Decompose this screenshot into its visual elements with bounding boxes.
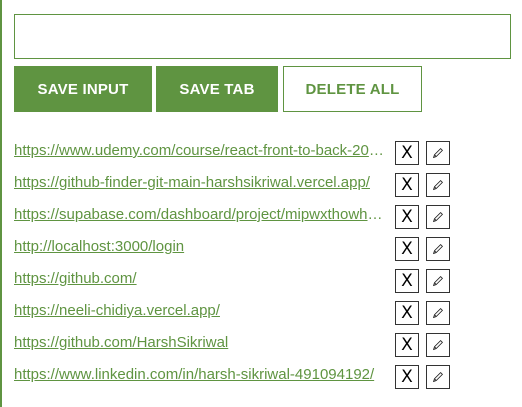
pencil-icon bbox=[432, 372, 443, 383]
delete-item-button[interactable]: X bbox=[395, 301, 419, 325]
save-input-button[interactable]: SAVE INPUT bbox=[14, 66, 152, 112]
list-item: https://github.com/HarshSikriwal X bbox=[0, 330, 522, 362]
edit-item-button[interactable] bbox=[426, 333, 450, 357]
delete-item-button[interactable]: X bbox=[395, 237, 419, 261]
list-item: https://github-finder-git-main-harshsikr… bbox=[0, 170, 522, 202]
delete-item-button[interactable]: X bbox=[395, 365, 419, 389]
pencil-icon bbox=[432, 308, 443, 319]
url-input[interactable] bbox=[14, 14, 511, 59]
list-item: https://github.com/ X bbox=[0, 266, 522, 298]
edit-item-button[interactable] bbox=[426, 205, 450, 229]
list-item: https://supabase.com/dashboard/project/m… bbox=[0, 202, 522, 234]
pencil-icon bbox=[432, 340, 443, 351]
saved-link[interactable]: https://supabase.com/dashboard/project/m… bbox=[14, 206, 384, 223]
pencil-icon bbox=[432, 276, 443, 287]
pencil-icon bbox=[432, 244, 443, 255]
delete-item-button[interactable]: X bbox=[395, 269, 419, 293]
save-tab-button[interactable]: SAVE TAB bbox=[156, 66, 278, 112]
pencil-icon bbox=[432, 148, 443, 159]
saved-link[interactable]: https://github-finder-git-main-harshsikr… bbox=[14, 174, 384, 191]
edit-item-button[interactable] bbox=[426, 237, 450, 261]
list-item: https://neeli-chidiya.vercel.app/ X bbox=[0, 298, 522, 330]
delete-item-button[interactable]: X bbox=[395, 173, 419, 197]
delete-item-button[interactable]: X bbox=[395, 141, 419, 165]
pencil-icon bbox=[432, 212, 443, 223]
edit-item-button[interactable] bbox=[426, 269, 450, 293]
edit-item-button[interactable] bbox=[426, 141, 450, 165]
saved-link[interactable]: http://localhost:3000/login bbox=[14, 238, 384, 255]
list-item: https://www.udemy.com/course/react-front… bbox=[0, 138, 522, 170]
delete-item-button[interactable]: X bbox=[395, 205, 419, 229]
saved-link[interactable]: https://github.com/HarshSikriwal bbox=[14, 334, 384, 351]
saved-link[interactable]: https://www.linkedin.com/in/harsh-sikriw… bbox=[14, 366, 384, 383]
delete-item-button[interactable]: X bbox=[395, 333, 419, 357]
list-item: http://localhost:3000/login X bbox=[0, 234, 522, 266]
saved-link[interactable]: https://github.com/ bbox=[14, 270, 384, 287]
pencil-icon bbox=[432, 180, 443, 191]
saved-link[interactable]: https://www.udemy.com/course/react-front… bbox=[14, 142, 384, 159]
saved-link[interactable]: https://neeli-chidiya.vercel.app/ bbox=[14, 302, 384, 319]
edit-item-button[interactable] bbox=[426, 173, 450, 197]
delete-all-button[interactable]: DELETE ALL bbox=[283, 66, 422, 112]
saved-links-list: https://www.udemy.com/course/react-front… bbox=[0, 138, 522, 394]
edit-item-button[interactable] bbox=[426, 301, 450, 325]
list-item: https://www.linkedin.com/in/harsh-sikriw… bbox=[0, 362, 522, 394]
edit-item-button[interactable] bbox=[426, 365, 450, 389]
